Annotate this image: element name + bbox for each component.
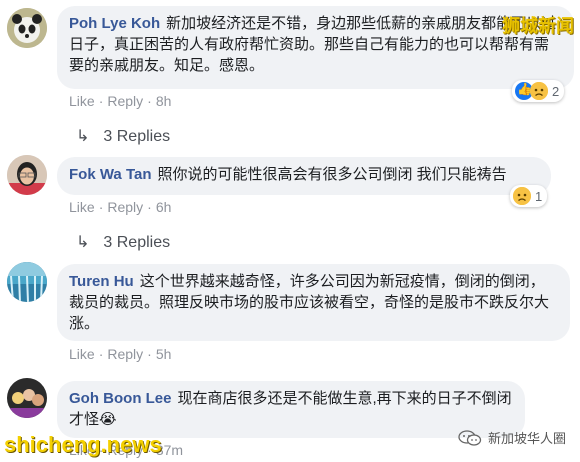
avatar[interactable] — [7, 378, 47, 418]
comment-author[interactable]: Goh Boon Lee — [69, 390, 172, 407]
sad-reaction-icon — [530, 82, 548, 100]
reaction-summary[interactable]: 1 — [510, 185, 548, 207]
like-link[interactable]: Like — [69, 93, 95, 109]
comment-bubble: Fok Wa Tan 照你说的可能性很高会有很多公司倒闭 我们只能祷告 — [57, 157, 551, 195]
replies-count: 3 Replies — [103, 128, 171, 145]
replies-count: 3 Replies — [103, 234, 171, 251]
reply-link[interactable]: Reply — [107, 93, 143, 109]
comment-bubble: Poh Lye Koh 新加坡经济还是不错，身边那些低薪的亲戚朋友都能可以过日子，… — [57, 6, 574, 89]
comment-author[interactable]: Turen Hu — [69, 273, 134, 290]
waterfall-avatar-icon — [7, 262, 47, 302]
wechat-label: 新加坡华人圈 — [487, 431, 566, 446]
view-replies-link[interactable]: ↳ 3 Replies — [76, 126, 170, 146]
comment-author[interactable]: Poh Lye Koh — [69, 15, 160, 32]
comment-actions: Like · Reply · 6h — [69, 199, 172, 215]
reply-arrow-icon: ↳ — [76, 234, 90, 251]
reaction-count: 2 — [552, 83, 560, 99]
comment-author[interactable]: Fok Wa Tan — [69, 166, 152, 183]
user-photo-icon — [7, 155, 47, 195]
comment-bubble: Goh Boon Lee 现在商店很多还是不能做生意,再下来的日子不倒闭才怪😭 — [57, 381, 525, 438]
avatar[interactable] — [7, 8, 47, 48]
watermark-logo-top: 狮城新闻 — [502, 16, 574, 36]
view-replies-link[interactable]: ↳ 3 Replies — [76, 232, 170, 252]
wechat-watermark: 新加坡华人圈 — [458, 428, 566, 447]
wechat-icon — [458, 429, 482, 446]
comment-time[interactable]: 6h — [156, 199, 172, 215]
reply-arrow-icon: ↳ — [76, 128, 90, 145]
comment-actions: Like · Reply · 8h — [69, 93, 172, 109]
reply-link[interactable]: Reply — [107, 346, 143, 362]
avatar[interactable] — [7, 262, 47, 302]
sad-reaction-icon — [513, 187, 531, 205]
panda-avatar-icon — [7, 8, 47, 48]
reaction-summary[interactable]: 2 — [512, 80, 565, 102]
reply-link[interactable]: Reply — [107, 199, 143, 215]
like-link[interactable]: Like — [69, 199, 95, 215]
reaction-count: 1 — [535, 188, 543, 204]
like-link[interactable]: Like — [69, 346, 95, 362]
comment-time[interactable]: 8h — [156, 93, 172, 109]
group-photo-avatar-icon — [7, 378, 47, 418]
watermark-site: shicheng.news — [4, 432, 162, 457]
comment-text: 这个世界越来越奇怪，许多公司因为新冠疫情，倒闭的倒闭，裁员的裁员。照理反映市场的… — [69, 273, 550, 332]
comment-time[interactable]: 5h — [156, 346, 172, 362]
comment-text: 照你说的可能性很高会有很多公司倒闭 我们只能祷告 — [157, 166, 507, 183]
avatar[interactable] — [7, 155, 47, 195]
comment-actions: Like · Reply · 5h — [69, 346, 172, 362]
comment-bubble: Turen Hu 这个世界越来越奇怪，许多公司因为新冠疫情，倒闭的倒闭，裁员的裁员… — [57, 264, 570, 341]
